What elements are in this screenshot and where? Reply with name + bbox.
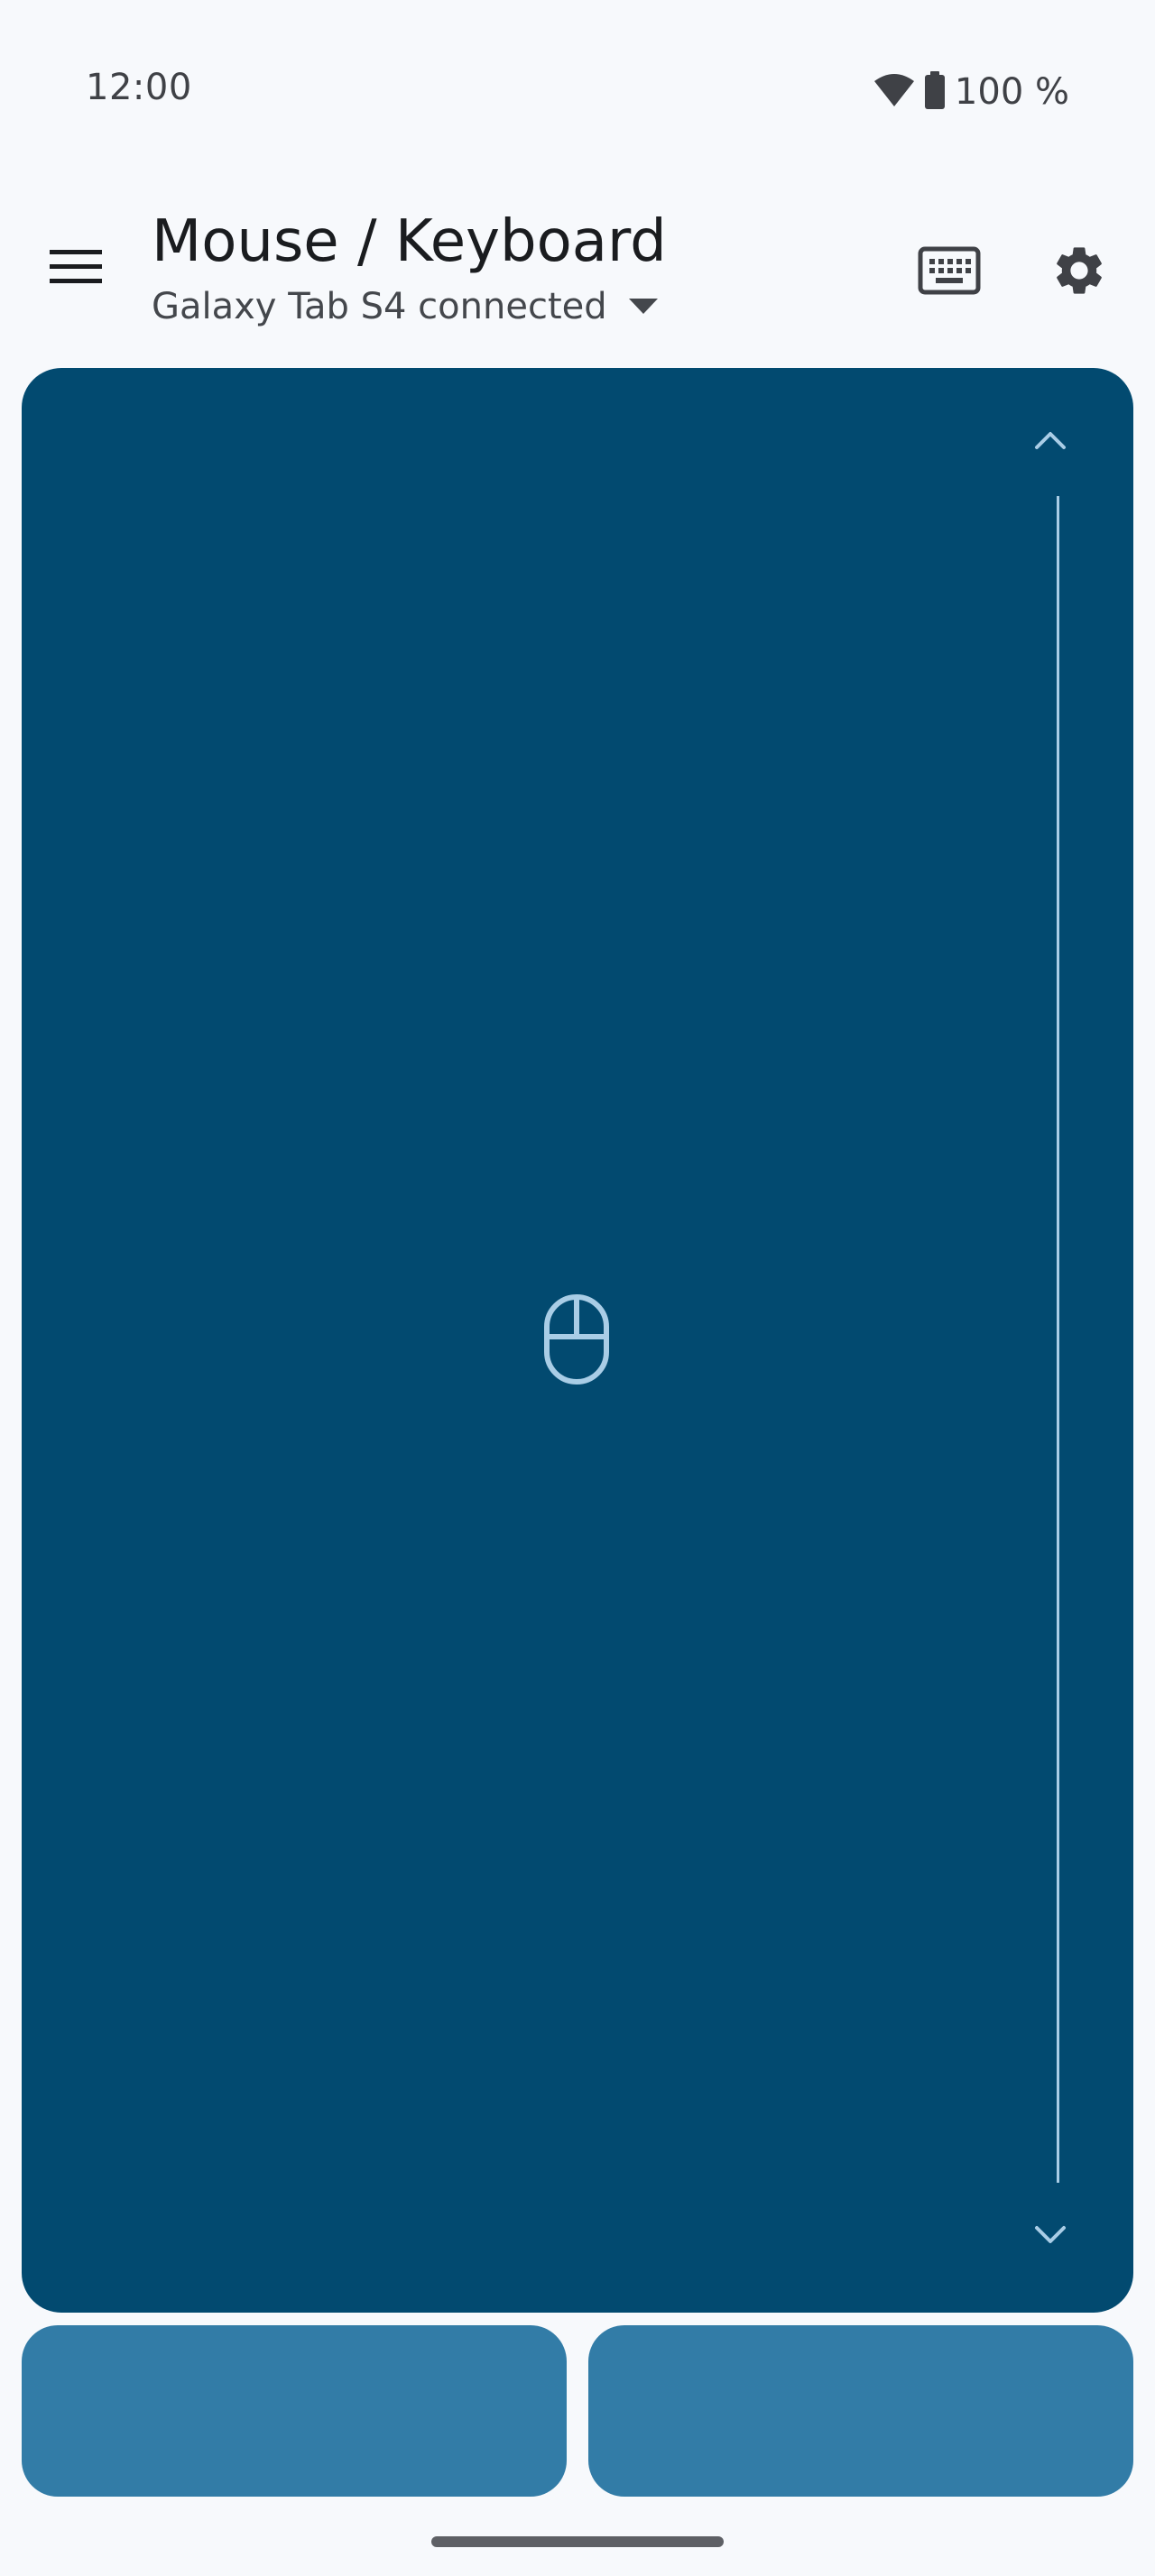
wifi-icon — [873, 72, 915, 112]
title-block: Mouse / Keyboard Galaxy Tab S4 connected — [152, 202, 667, 332]
menu-icon — [50, 248, 102, 290]
keyboard-button[interactable] — [908, 231, 991, 314]
scroll-track[interactable] — [1057, 496, 1059, 2183]
touchpad[interactable] — [22, 368, 1133, 2313]
status-icons: 100 % — [873, 67, 1069, 117]
settings-icon — [1050, 242, 1108, 303]
gesture-nav-handle[interactable] — [431, 2536, 724, 2547]
scroll-down-button[interactable] — [1021, 2208, 1079, 2266]
scroll-up-button[interactable] — [1021, 413, 1079, 471]
battery-icon — [924, 71, 946, 113]
status-bar: 12:00 100 % — [0, 0, 1155, 184]
app-bar: Mouse / Keyboard Galaxy Tab S4 connected — [0, 184, 1155, 361]
keyboard-icon — [918, 246, 981, 299]
dropdown-arrow-icon — [625, 289, 661, 325]
battery-percent: 100 % — [954, 71, 1069, 113]
left-click-button[interactable] — [22, 2325, 567, 2497]
device-selector[interactable]: Galaxy Tab S4 connected — [152, 281, 667, 332]
page-title: Mouse / Keyboard — [152, 208, 667, 275]
status-time: 12:00 — [86, 67, 192, 108]
right-click-button[interactable] — [588, 2325, 1133, 2497]
chevron-up-icon — [1034, 430, 1067, 454]
settings-button[interactable] — [1038, 231, 1121, 314]
mouse-icon — [538, 1292, 617, 1387]
device-name: Galaxy Tab S4 connected — [152, 286, 607, 327]
chevron-down-icon — [1034, 2225, 1067, 2249]
menu-button[interactable] — [36, 229, 116, 308]
